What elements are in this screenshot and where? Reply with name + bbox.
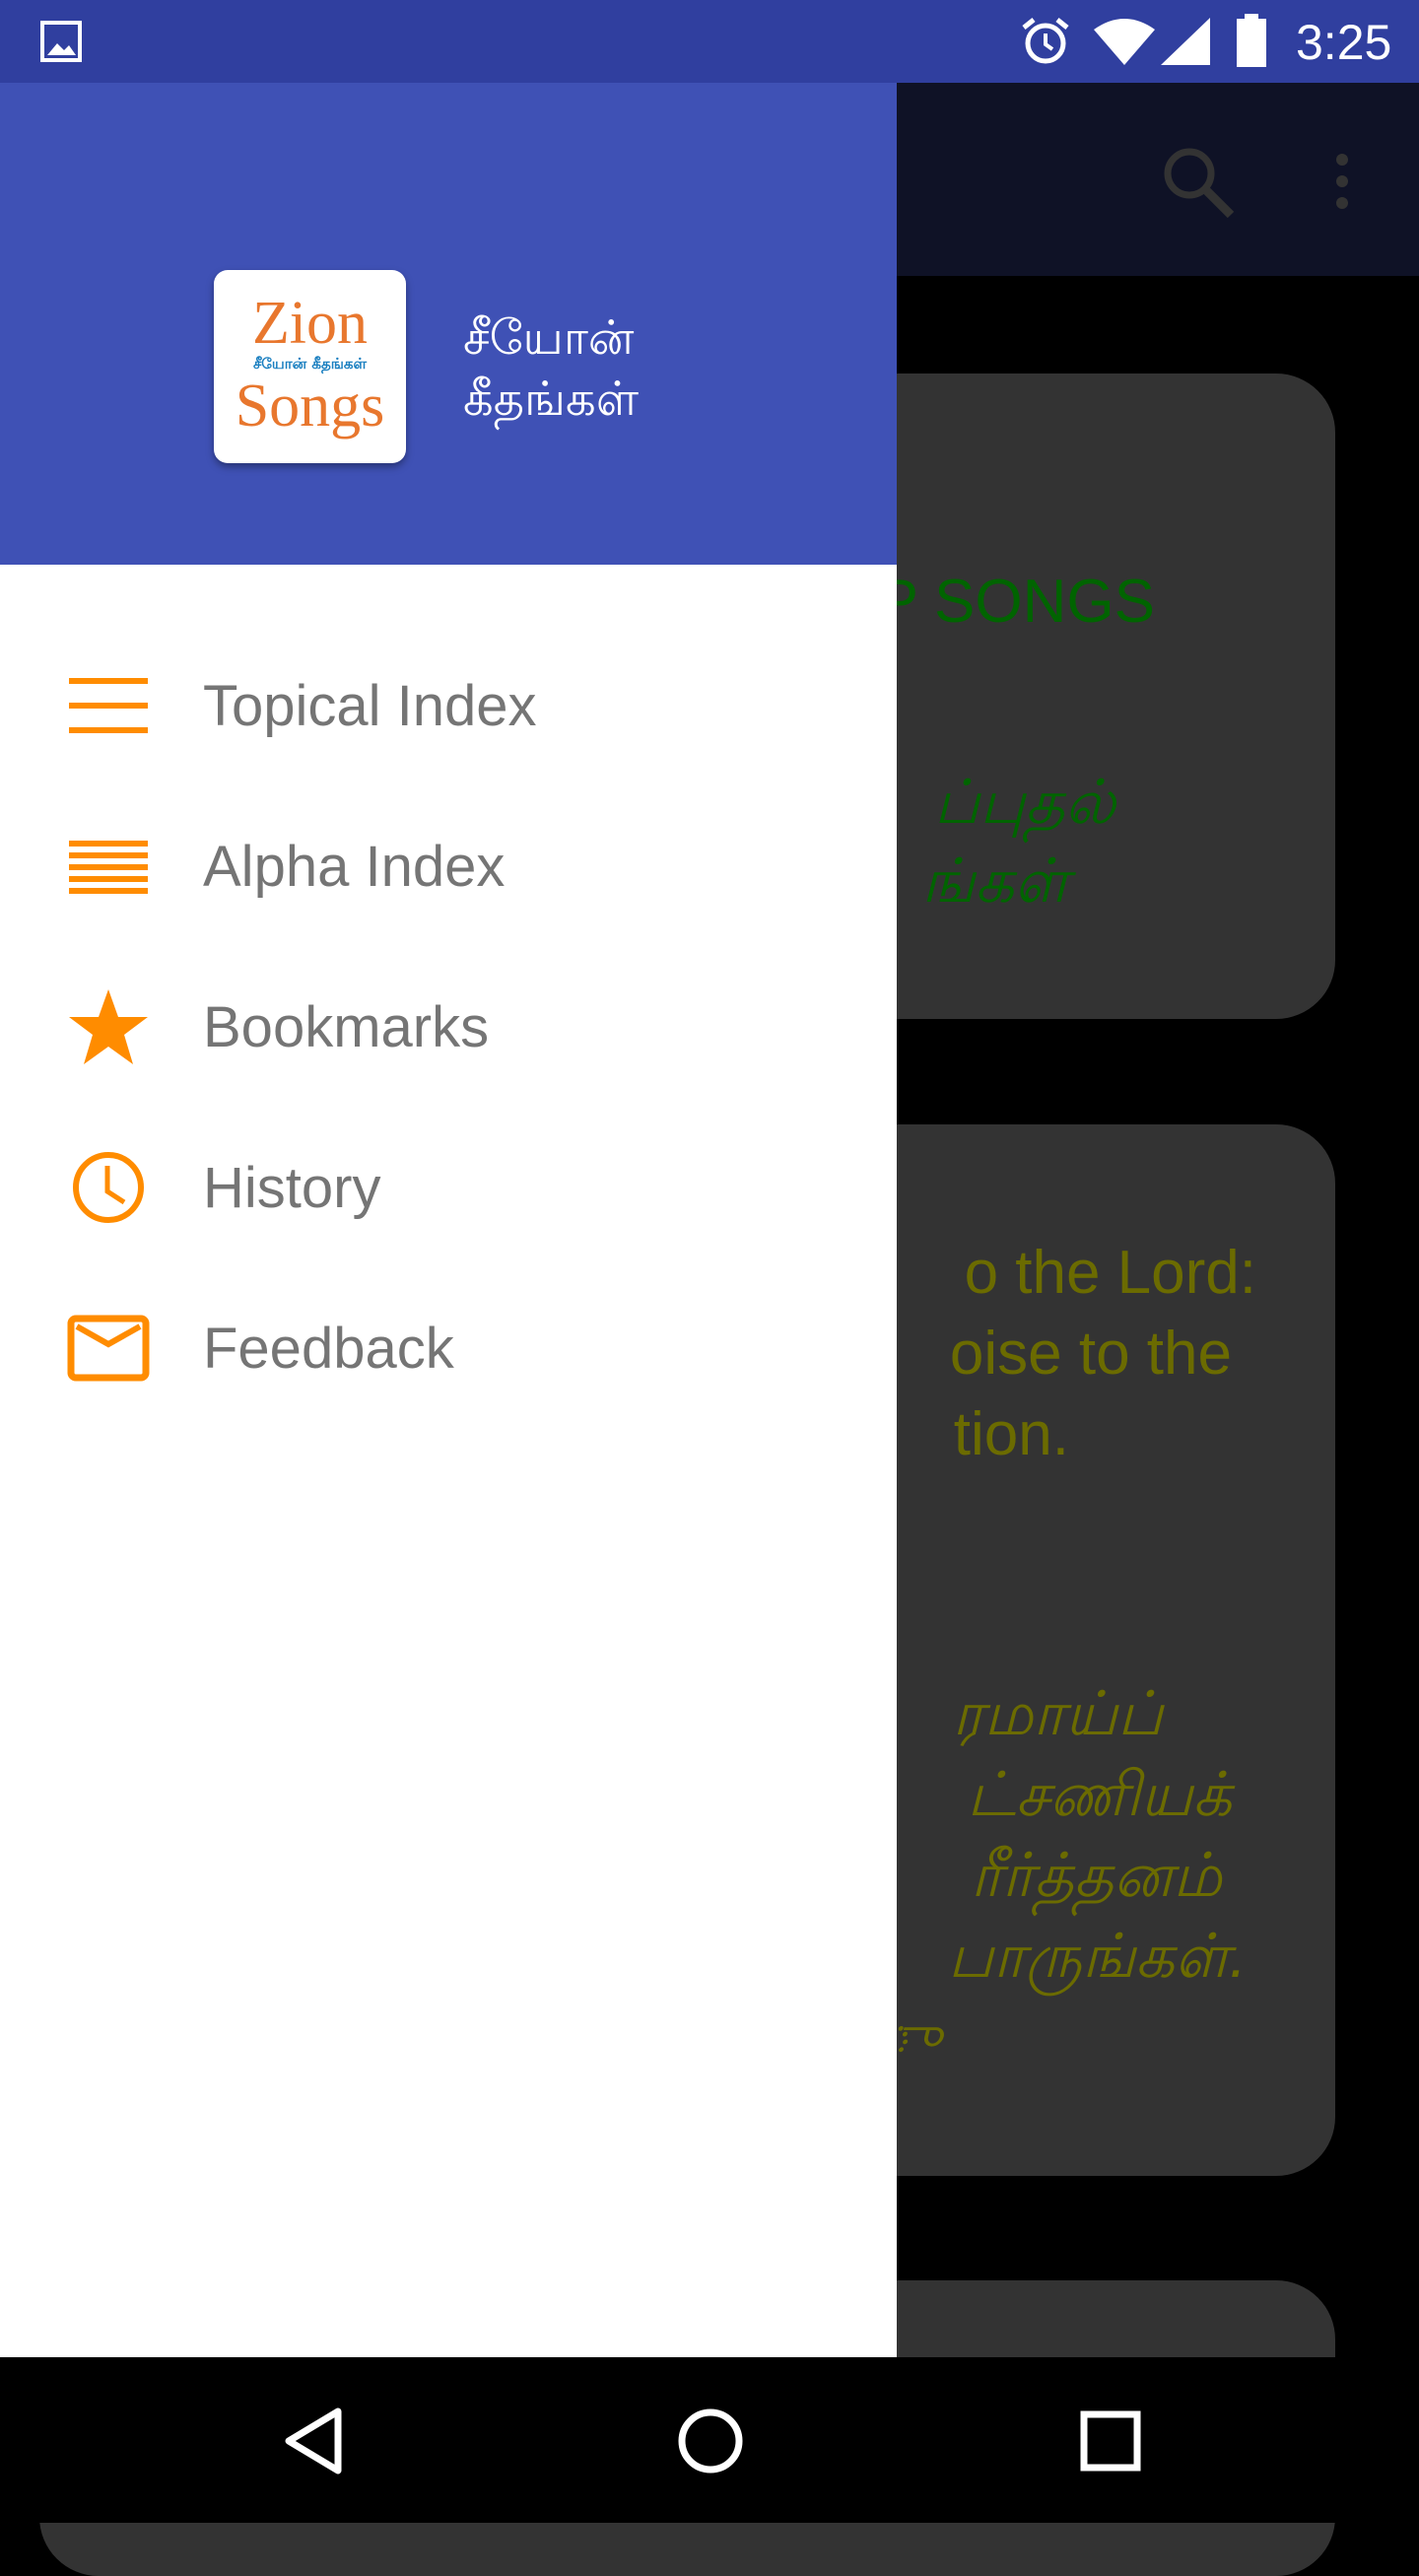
star-icon bbox=[69, 989, 148, 1064]
menu-icon bbox=[69, 678, 148, 733]
image-icon bbox=[40, 21, 82, 62]
drawer-item-history[interactable]: History bbox=[0, 1106, 897, 1266]
logo-tamil: சீயோன் கீதங்கள் bbox=[252, 355, 368, 373]
drawer-item-label: Alpha Index bbox=[203, 835, 506, 899]
card-tamil-line: ப்புதல் bbox=[933, 769, 1115, 837]
signal-icon bbox=[1161, 18, 1210, 65]
card-title: P SONGS bbox=[877, 568, 1155, 636]
home-icon[interactable] bbox=[676, 2407, 745, 2475]
list-icon bbox=[69, 841, 148, 894]
card-tamil-line: ங்கள் bbox=[921, 847, 1069, 915]
status-bar: 3:25 bbox=[0, 0, 1419, 83]
navigation-drawer: Zion சீயோன் கீதங்கள் Songs சீயோன் கீதங்க… bbox=[0, 83, 897, 2357]
app-title-line: கீதங்கள் bbox=[463, 372, 640, 427]
drawer-item-label: Topical Index bbox=[203, 674, 537, 738]
battery-icon bbox=[1237, 14, 1266, 67]
alarm-icon bbox=[1022, 18, 1069, 64]
drawer-item-feedback[interactable]: Feedback bbox=[0, 1266, 897, 1427]
back-icon[interactable] bbox=[281, 2407, 346, 2475]
clock-time: 3:25 bbox=[1296, 15, 1392, 70]
logo-text: Zion bbox=[251, 290, 369, 357]
drawer-header: Zion சீயோன் கீதங்கள் Songs சீயோன் கீதங்க… bbox=[0, 83, 897, 565]
logo-text: Songs bbox=[235, 373, 385, 440]
verse-tamil-line: ரமாய்ப் bbox=[952, 1680, 1163, 1748]
drawer-item-label: Bookmarks bbox=[203, 995, 490, 1059]
verse-tamil-line: ரீர்த்தனம் bbox=[970, 1842, 1222, 1910]
mail-icon bbox=[67, 1315, 150, 1382]
drawer-item-label: History bbox=[203, 1156, 381, 1220]
drawer-item-alpha-index[interactable]: Alpha Index bbox=[0, 784, 897, 945]
navigation-bar bbox=[0, 2357, 1419, 2523]
clock-icon bbox=[73, 1152, 144, 1223]
app-title-line: சீயோன் bbox=[463, 310, 635, 366]
more-vert-icon[interactable] bbox=[1330, 152, 1354, 211]
verse-line: tion. bbox=[953, 1400, 1069, 1468]
search-icon[interactable] bbox=[1158, 142, 1237, 221]
verse-line: o the Lord: bbox=[964, 1239, 1256, 1307]
recents-icon[interactable] bbox=[1079, 2409, 1142, 2473]
wifi-icon bbox=[1094, 19, 1155, 65]
app-logo: Zion சீயோன் கீதங்கள் Songs bbox=[214, 270, 406, 463]
drawer-item-bookmarks[interactable]: Bookmarks bbox=[0, 945, 897, 1106]
drawer-item-topical-index[interactable]: Topical Index bbox=[0, 624, 897, 784]
verse-line: oise to the bbox=[949, 1320, 1232, 1388]
verse-tamil-line: பாருங்கள். bbox=[947, 1923, 1247, 1991]
app-title: சீயோன் கீதங்கள் bbox=[463, 307, 639, 430]
drawer-item-label: Feedback bbox=[203, 1317, 454, 1381]
verse-tamil-line: ட்சணியக் bbox=[967, 1761, 1232, 1829]
